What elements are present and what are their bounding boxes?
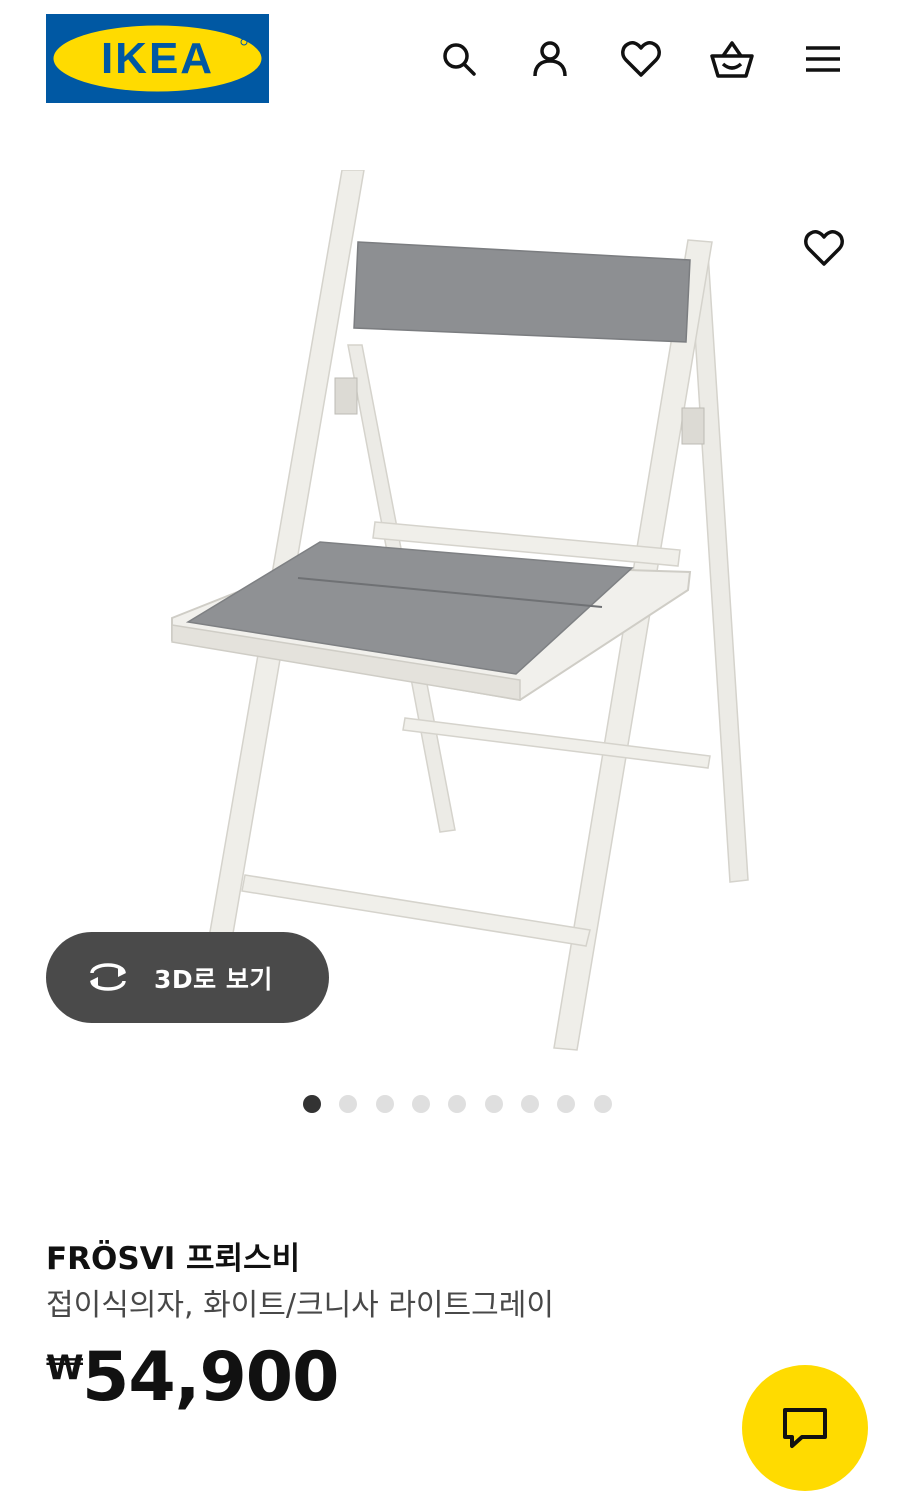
product-image xyxy=(171,170,749,1051)
favourites-icon[interactable] xyxy=(617,35,665,83)
carousel-dots xyxy=(0,1095,915,1115)
menu-icon[interactable] xyxy=(799,35,847,83)
price-amount: 54,900 xyxy=(82,1338,339,1417)
carousel-dot[interactable] xyxy=(521,1095,539,1113)
product-description: 접이식의자, 화이트/크니사 라이트그레이 xyxy=(46,1288,554,1323)
product-name: FRÖSVI 프뢰스비 xyxy=(46,1241,301,1277)
carousel-dot[interactable] xyxy=(412,1095,430,1113)
chat-button[interactable] xyxy=(742,1365,868,1491)
carousel-dot[interactable] xyxy=(485,1095,503,1113)
rotate-icon xyxy=(90,963,126,991)
top-bar: IKEA xyxy=(0,0,915,110)
ikea-logo[interactable]: IKEA xyxy=(46,14,269,103)
carousel-dot[interactable] xyxy=(557,1095,575,1113)
add-to-favourites-button[interactable] xyxy=(798,222,850,274)
carousel-dot[interactable] xyxy=(594,1095,612,1113)
search-icon[interactable] xyxy=(435,35,483,83)
carousel-dot[interactable] xyxy=(376,1095,394,1113)
carousel-dot[interactable] xyxy=(339,1095,357,1113)
logo-text: IKEA xyxy=(101,34,214,83)
view-3d-label: 3D로 보기 xyxy=(154,965,273,994)
chat-icon xyxy=(783,1408,827,1448)
view-3d-button[interactable]: 3D로 보기 xyxy=(46,932,329,1023)
account-icon[interactable] xyxy=(526,35,574,83)
heart-icon xyxy=(804,230,844,266)
carousel-dot[interactable] xyxy=(303,1095,321,1113)
carousel-dot[interactable] xyxy=(448,1095,466,1113)
currency-symbol: ₩ xyxy=(46,1348,84,1388)
product-gallery[interactable]: 3D로 보기 xyxy=(0,130,915,1080)
basket-icon[interactable] xyxy=(708,35,756,83)
